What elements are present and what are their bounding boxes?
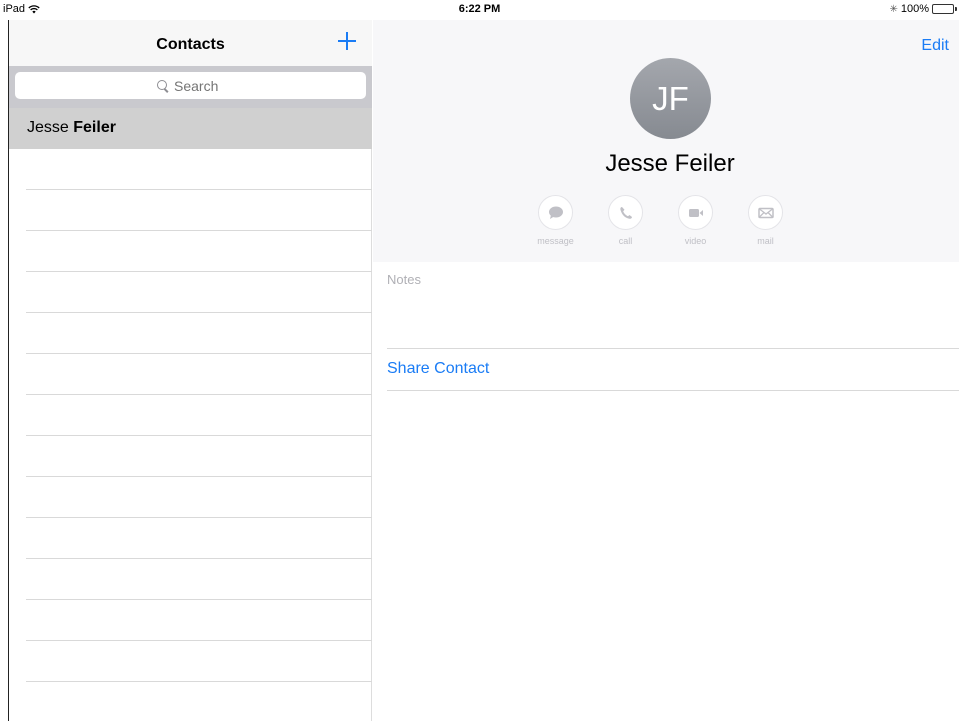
empty-row	[26, 600, 372, 641]
video-icon	[688, 208, 703, 217]
bluetooth-icon: ✳	[889, 3, 898, 15]
empty-row	[26, 518, 372, 559]
call-label: call	[618, 236, 633, 246]
battery-percent: 100%	[900, 3, 929, 15]
mail-label: mail	[757, 236, 774, 246]
contact-name: Jesse Feiler	[605, 150, 735, 177]
message-button[interactable]: message	[537, 195, 574, 246]
contact-row-jesse-feiler[interactable]: Jesse Feiler	[9, 108, 372, 149]
message-icon	[548, 206, 563, 219]
empty-row	[26, 190, 372, 231]
avatar: JF	[630, 58, 711, 139]
empty-row	[26, 231, 372, 272]
edit-button[interactable]: Edit	[921, 37, 949, 55]
empty-row	[26, 559, 372, 600]
empty-row	[26, 395, 372, 436]
search-bar	[9, 66, 372, 108]
contact-last-name: Feiler	[73, 119, 116, 136]
empty-rows	[9, 149, 372, 682]
empty-row	[26, 313, 372, 354]
search-field[interactable]	[15, 72, 366, 99]
contact-header: Edit JF Jesse Feiler message call video …	[373, 20, 959, 262]
contact-detail-pane: Edit JF Jesse Feiler message call video …	[373, 20, 959, 721]
search-input[interactable]	[174, 77, 224, 94]
share-contact-button[interactable]: Share Contact	[387, 360, 489, 378]
add-contact-button[interactable]	[336, 30, 358, 52]
contacts-nav-bar: Contacts	[9, 20, 372, 66]
contacts-list-pane: Contacts Jesse Feiler	[8, 20, 372, 721]
battery-icon	[932, 4, 957, 14]
empty-row	[26, 641, 372, 682]
phone-icon	[619, 206, 632, 219]
empty-row	[26, 272, 372, 313]
mail-button[interactable]: mail	[748, 195, 783, 246]
status-bar: iPad 6:22 PM ✳ 100%	[0, 0, 959, 20]
empty-row	[26, 477, 372, 518]
contact-actions: message call video mail	[537, 195, 783, 246]
empty-row	[26, 149, 372, 190]
status-right: ✳ 100%	[889, 3, 957, 15]
search-icon	[157, 79, 169, 92]
call-button[interactable]: call	[608, 195, 643, 246]
contacts-title: Contacts	[156, 36, 225, 53]
video-label: video	[684, 236, 707, 246]
empty-row	[26, 436, 372, 477]
notes-label[interactable]: Notes	[387, 272, 421, 287]
message-label: message	[537, 236, 574, 246]
video-button[interactable]: video	[678, 195, 713, 246]
share-divider	[387, 390, 959, 391]
notes-divider	[387, 348, 959, 349]
contact-first-name: Jesse	[27, 119, 74, 136]
status-time: 6:22 PM	[458, 3, 501, 15]
avatar-initials: JF	[652, 79, 689, 117]
empty-row	[26, 354, 372, 395]
mail-icon	[757, 207, 774, 218]
